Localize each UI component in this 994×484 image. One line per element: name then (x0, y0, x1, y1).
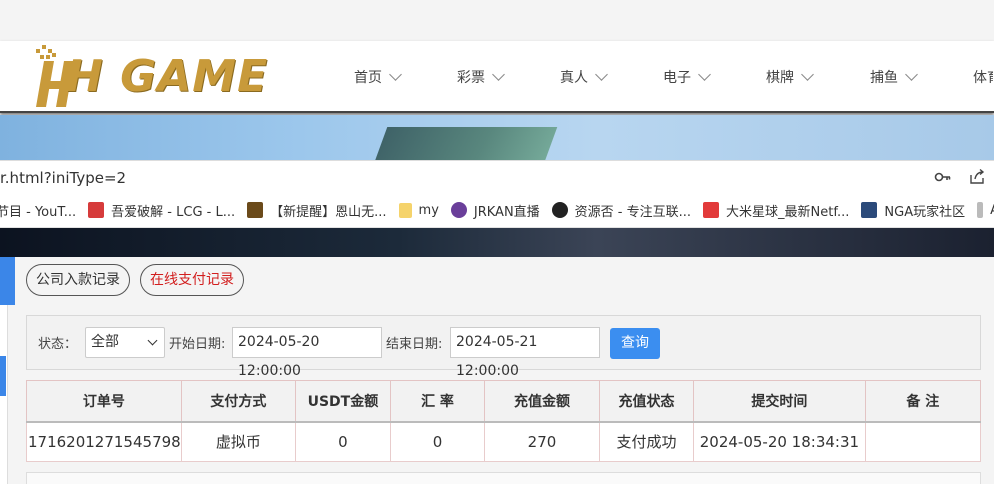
share-icon[interactable] (968, 168, 986, 186)
col-recharge-status: 充值状态 (598, 380, 695, 423)
bookmark-label: my (418, 202, 439, 218)
nav-item-slots[interactable]: 电子 (663, 67, 766, 87)
cell-order-no: 1716201271545798 (26, 421, 182, 462)
cell-recharge-status: 支付成功 (598, 421, 695, 462)
end-date-input[interactable]: 2024-05-21 12:00:00 (450, 327, 600, 379)
end-date-label: 结束日期: (386, 337, 443, 352)
bookmark-label: 大米星球_最新Netf... (726, 204, 850, 220)
bookmark-item[interactable]: 节目 - YouT... (0, 201, 76, 220)
bookmark-item[interactable]: NGA玩家社区 (861, 201, 965, 220)
right-icon (247, 202, 264, 218)
chevron-down-icon (905, 68, 918, 81)
status-label: 状态： (38, 337, 78, 352)
sidebar-highlight[interactable] (0, 356, 6, 396)
cell-remark (864, 421, 982, 462)
chevron-down-icon (389, 68, 402, 81)
bookmark-item[interactable]: 资源否 - 专注互联... (551, 201, 692, 220)
col-rate: 汇 率 (389, 380, 486, 423)
table-header-row: 订单号 支付方式 USDT金额 汇 率 充值金额 充值状态 提交时间 备 注 (26, 380, 982, 423)
cell-usdt-amount: 0 (295, 421, 391, 462)
bookmark-label: AC (990, 203, 994, 218)
nav-label: 棋牌 (766, 70, 794, 86)
query-button[interactable]: 查询 (610, 328, 660, 359)
orders-table: 订单号 支付方式 USDT金额 汇 率 充值金额 充值状态 提交时间 备 注 1… (26, 380, 982, 462)
main-content: 公司入款记录 在线支付记录 状态： 全部 开始日期: 2024-05-20 12… (16, 257, 994, 484)
main-nav: 首页 彩票 真人 电子 棋牌 捕鱼 体育 (354, 41, 993, 113)
col-usdt-amount: USDT金额 (295, 380, 391, 423)
site-logo[interactable]: H GAME (30, 43, 300, 111)
url-text: r.html?iniType=2 (0, 169, 127, 187)
col-order-no: 订单号 (26, 380, 182, 423)
globe-icon (551, 202, 568, 218)
banner-bottom (0, 228, 994, 257)
folder-icon (398, 202, 412, 218)
ac-icon (977, 202, 984, 218)
nav-label: 首页 (354, 70, 382, 86)
tab-online-payment[interactable]: 在线支付记录 (140, 264, 244, 296)
address-bar-actions (934, 168, 986, 186)
status-select[interactable]: 全部 (85, 327, 165, 358)
chevron-down-icon (147, 335, 158, 346)
nav-label: 彩票 (457, 70, 485, 86)
site-header: H GAME 首页 彩票 真人 电子 棋牌 捕鱼 体育 (0, 41, 994, 113)
chevron-down-icon (801, 68, 814, 81)
col-pay-method: 支付方式 (180, 380, 297, 423)
bookmark-label: NGA玩家社区 (884, 204, 966, 220)
cell-submit-time: 2024-05-20 18:34:31 (693, 421, 866, 462)
chevron-down-icon (698, 68, 711, 81)
nav-item-fishing[interactable]: 捕鱼 (870, 67, 973, 87)
chevron-down-icon (595, 68, 608, 81)
nav-label: 电子 (663, 70, 691, 86)
record-tabs: 公司入款记录 在线支付记录 (26, 264, 244, 296)
cell-pay-method: 虚拟币 (180, 421, 297, 462)
bookmark-item[interactable]: 大米星球_最新Netf... (703, 201, 849, 220)
nav-item-home[interactable]: 首页 (354, 67, 457, 87)
bookmark-item[interactable]: JRKAN直播 (450, 201, 540, 220)
nav-label: 真人 (560, 70, 588, 86)
nga-icon (861, 202, 878, 218)
nav-item-chess[interactable]: 棋牌 (766, 67, 870, 87)
status-select-value: 全部 (91, 334, 119, 350)
hero-banner (0, 115, 994, 160)
sidebar-active-item[interactable] (0, 257, 15, 305)
key-icon[interactable] (934, 168, 952, 186)
nav-item-lottery[interactable]: 彩票 (457, 67, 560, 87)
jrkan-icon (450, 202, 467, 218)
bookmark-item[interactable]: AC (977, 202, 994, 218)
banner-art (372, 127, 558, 160)
nav-item-sports[interactable]: 体育 (973, 67, 993, 87)
filter-bar: 状态： 全部 开始日期: 2024-05-20 12:00:00 结束日期: 2… (26, 315, 981, 379)
cell-rate: 0 (389, 421, 486, 462)
pagination-area (26, 472, 981, 484)
col-recharge-amount: 充值金额 (484, 380, 600, 423)
bookmark-item[interactable]: 【新提醒】恩山无... (247, 201, 387, 220)
start-date-input[interactable]: 2024-05-20 12:00:00 (232, 327, 382, 379)
bookmark-item[interactable]: 吾爱破解 - LCG - L... (88, 201, 235, 220)
bookmark-label: JRKAN直播 (473, 204, 540, 220)
dami-icon (703, 202, 720, 218)
table-row: 1716201271545798 虚拟币 0 0 270 支付成功 2024-0… (26, 421, 982, 462)
bookmarks-bar: 节目 - YouT... 吾爱破解 - LCG - L... 【新提醒】恩山无.… (0, 193, 994, 228)
bookmark-label: 吾爱破解 - LCG - L... (111, 204, 236, 220)
nav-item-live[interactable]: 真人 (560, 67, 663, 87)
start-date-label: 开始日期: (169, 337, 226, 352)
tab-company-deposit[interactable]: 公司入款记录 (26, 264, 130, 296)
logo-text: H GAME (66, 51, 269, 102)
top-strip (0, 0, 994, 41)
nav-label: 捕鱼 (870, 70, 898, 86)
chevron-down-icon (492, 68, 505, 81)
col-submit-time: 提交时间 (693, 380, 866, 423)
bookmark-label: 节目 - YouT... (0, 204, 77, 220)
browser-address-bar[interactable]: r.html?iniType=2 (0, 160, 994, 193)
52pojie-icon (88, 202, 105, 218)
nav-label: 体育 (973, 70, 993, 86)
bookmark-label: 【新提醒】恩山无... (270, 204, 387, 220)
bookmark-label: 资源否 - 专注互联... (574, 204, 692, 220)
bookmark-item[interactable]: my (398, 202, 439, 218)
col-remark: 备 注 (864, 380, 982, 423)
cell-recharge-amount: 270 (484, 421, 600, 462)
